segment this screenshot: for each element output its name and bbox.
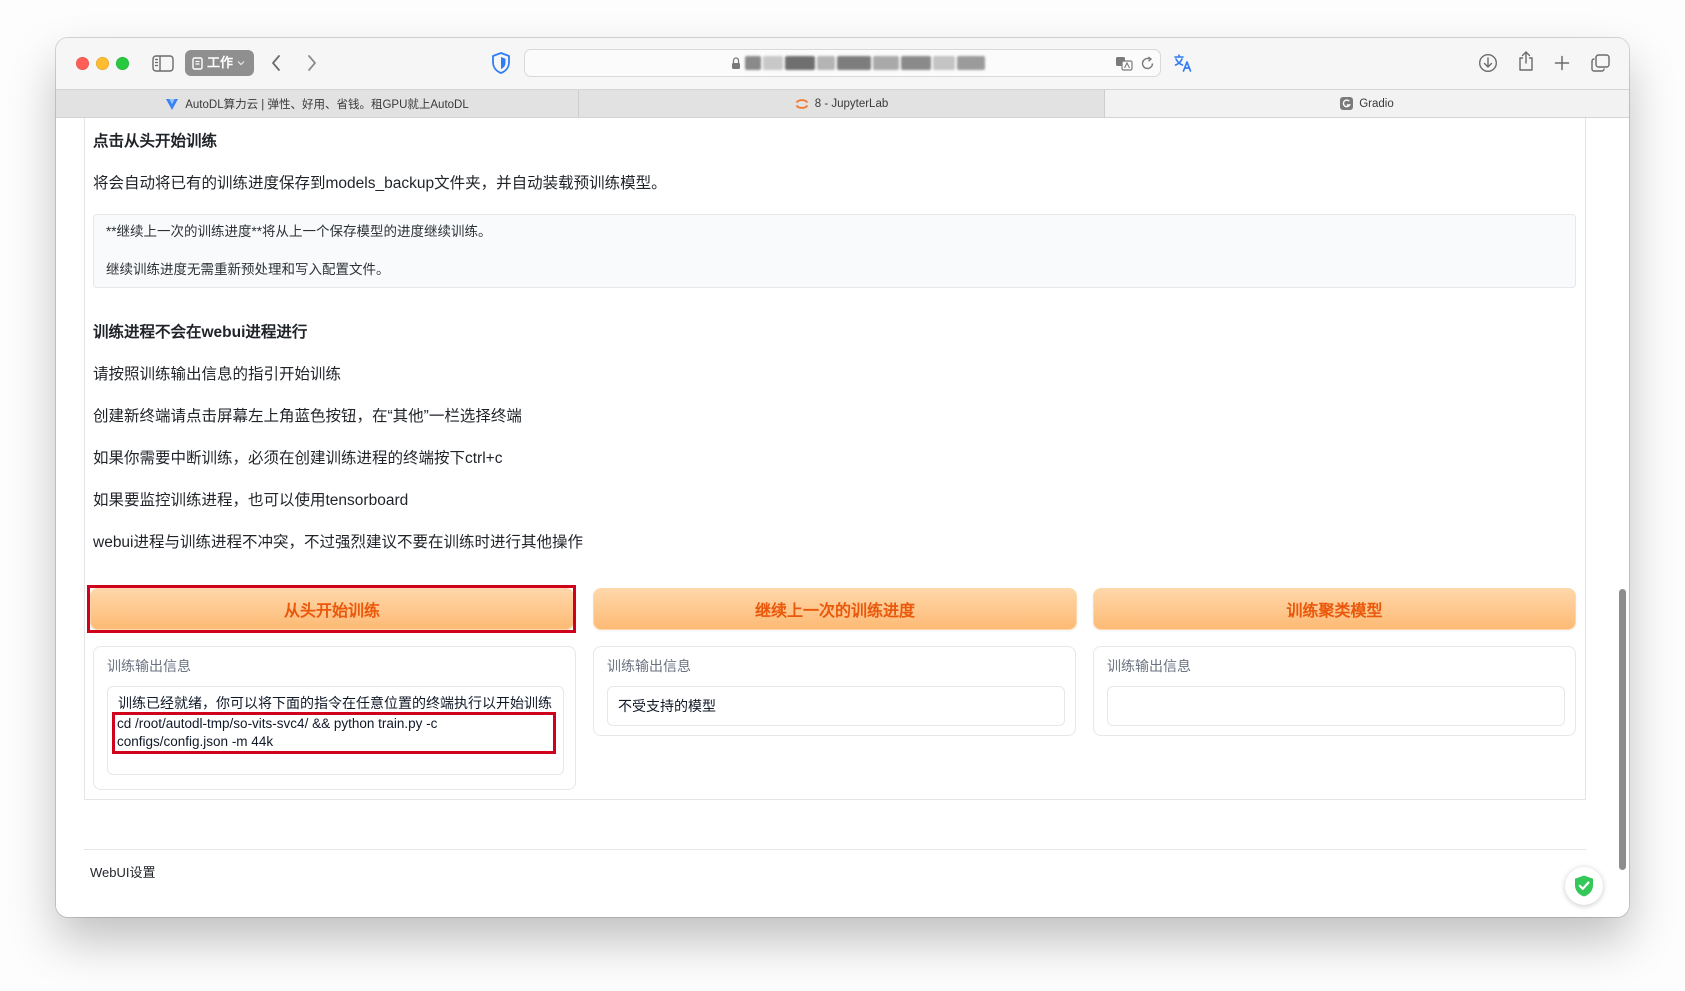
resume-training-button[interactable]: 继续上一次的训练进度 (593, 588, 1077, 630)
output-label: 训练输出信息 (1107, 658, 1191, 674)
train-cluster-model-button[interactable]: 训练聚类模型 (1093, 588, 1576, 630)
address-bar[interactable] (524, 49, 1161, 77)
jupyter-logo-icon (795, 98, 808, 109)
start-training-description: 将会自动将已有的训练进度保存到models_backup文件夹，并自动装载预训练… (93, 175, 667, 192)
resume-note-box: **继续上一次的训练进度**将从上一个保存模型的进度继续训练。 继续训练进度无需… (93, 214, 1576, 288)
output-textbox-start[interactable]: 训练已经就绪，你可以将下面的指令在任意位置的终端执行以开始训练 cd /root… (107, 686, 564, 775)
reload-icon[interactable] (1140, 56, 1155, 71)
output-label: 训练输出信息 (607, 658, 691, 674)
zoom-window-button[interactable] (116, 57, 129, 70)
tab-bar: AutoDL算力云 | 弹性、好用、省钱。租GPU就上AutoDL 8 - Ju… (56, 89, 1629, 118)
back-icon[interactable] (270, 54, 282, 72)
share-icon[interactable] (1517, 50, 1535, 72)
tab-label: AutoDL算力云 | 弹性、好用、省钱。租GPU就上AutoDL (185, 98, 469, 111)
instruction-line: 创建新终端请点击屏幕左上角蓝色按钮，在“其他”一栏选择终端 (93, 408, 522, 425)
security-badge[interactable] (1565, 867, 1603, 905)
translate-icon[interactable] (1115, 56, 1133, 71)
output-message: 训练已经就绪，你可以将下面的指令在任意位置的终端执行以开始训练 (118, 695, 552, 711)
autodl-logo-icon (166, 98, 179, 110)
translate-page-icon[interactable] (1173, 53, 1193, 73)
output-panel-start: 训练输出信息 训练已经就绪，你可以将下面的指令在任意位置的终端执行以开始训练 c… (93, 646, 576, 790)
gradio-logo-icon (1340, 97, 1354, 110)
chevron-down-icon (237, 61, 245, 66)
browser-toolbar: 工作 (56, 38, 1629, 89)
sidebar-icon[interactable] (152, 55, 174, 72)
minimize-window-button[interactable] (96, 57, 109, 70)
output-panel-resume: 训练输出信息 不受支持的模型 (593, 646, 1076, 736)
forward-icon[interactable] (306, 54, 318, 72)
output-command: cd /root/autodl-tmp/so-vits-svc4/ && pyt… (112, 712, 556, 754)
browser-window: 工作 AutoDL算力云 | 弹性、好用、省钱。租GPU就上AutoDL 8 -… (56, 38, 1629, 917)
instruction-line: 请按照训练输出信息的指引开始训练 (93, 366, 342, 383)
output-textbox-cluster[interactable] (1107, 686, 1565, 726)
output-textbox-resume[interactable]: 不受支持的模型 (607, 686, 1065, 726)
webui-settings-accordion[interactable]: WebUI设置 (90, 864, 156, 882)
heading-start-training: 点击从头开始训练 (93, 133, 218, 150)
tab-label: 8 - JupyterLab (814, 97, 889, 110)
start-training-button[interactable]: 从头开始训练 (90, 588, 574, 630)
shield-check-icon (1575, 875, 1593, 897)
instruction-line: webui进程与训练进程不冲突，不过强烈建议不要在训练时进行其他操作 (93, 534, 584, 551)
tab-overview-icon[interactable] (1591, 54, 1610, 72)
tab-autodl[interactable]: AutoDL算力云 | 弹性、好用、省钱。租GPU就上AutoDL (56, 90, 579, 117)
tab-group-icon (192, 56, 203, 70)
resume-note-line: **继续上一次的训练进度**将从上一个保存模型的进度继续训练。 (106, 224, 492, 239)
tab-group-label: 工作 (207, 55, 234, 70)
heading-training-process: 训练进程不会在webui进程进行 (93, 324, 308, 341)
output-label: 训练输出信息 (107, 658, 191, 674)
lock-icon (732, 57, 740, 69)
scrollbar-thumb[interactable] (1619, 589, 1626, 870)
resume-note-line: 继续训练进度无需重新预处理和写入配置文件。 (106, 262, 390, 277)
instruction-line: 如果要监控训练进程，也可以使用tensorboard (93, 492, 409, 509)
output-panel-cluster: 训练输出信息 (1093, 646, 1576, 736)
tab-jupyterlab[interactable]: 8 - JupyterLab (579, 90, 1105, 117)
instruction-line: 如果你需要中断训练，必须在创建训练进程的终端按下ctrl+c (93, 450, 503, 467)
close-window-button[interactable] (76, 57, 89, 70)
output-message: 不受支持的模型 (618, 698, 716, 714)
tab-label: Gradio (1359, 97, 1394, 110)
new-tab-icon[interactable] (1554, 55, 1570, 71)
page-content: 点击从头开始训练 将会自动将已有的训练进度保存到models_backup文件夹… (56, 118, 1629, 917)
section-divider (84, 849, 1586, 850)
tab-gradio[interactable]: Gradio (1105, 90, 1629, 117)
tab-group-button[interactable]: 工作 (185, 50, 254, 76)
privacy-shield-icon[interactable] (491, 51, 511, 75)
download-icon[interactable] (1478, 53, 1498, 73)
